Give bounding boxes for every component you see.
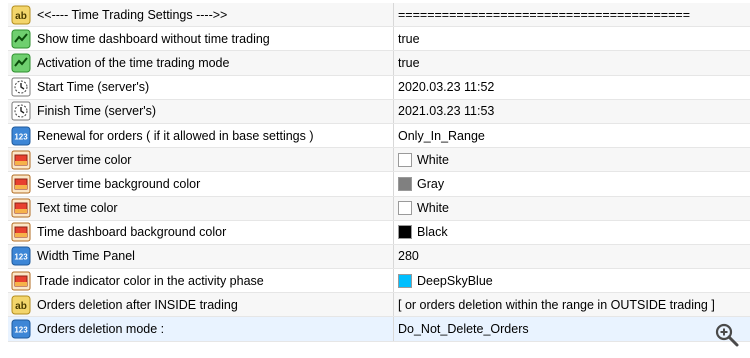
parameter-value-cell[interactable]: 2020.03.23 11:52 xyxy=(394,76,750,99)
parameter-value[interactable]: 2020.03.23 11:52 xyxy=(398,80,494,94)
color-icon xyxy=(11,198,31,218)
parameter-name: Activation of the time trading mode xyxy=(37,55,230,70)
parameter-value-cell[interactable]: Gray xyxy=(394,172,750,195)
parameter-value-cell[interactable]: White xyxy=(394,197,750,220)
parameter-name: Orders deletion after INSIDE trading xyxy=(37,297,238,312)
ab-text-icon: ab xyxy=(11,5,31,25)
color-icon xyxy=(11,150,31,170)
parameter-name: <<---- Time Trading Settings ---->> xyxy=(37,7,228,22)
parameter-name-cell: ab Orders deletion after INSIDE trading xyxy=(8,293,394,317)
parameter-name: Trade indicator color in the activity ph… xyxy=(37,273,264,288)
svg-text:123: 123 xyxy=(14,326,28,335)
parameter-row[interactable]: Server time background color Gray xyxy=(8,172,750,197)
parameter-name: Start Time (server's) xyxy=(37,80,150,95)
bool-icon xyxy=(11,29,31,49)
parameter-value-cell[interactable]: Black xyxy=(394,221,750,244)
parameter-name: Show time dashboard without time trading xyxy=(37,31,270,46)
parameter-row[interactable]: Text time color White xyxy=(8,196,750,221)
svg-text:123: 123 xyxy=(14,132,28,141)
parameter-name-cell: 123 Renewal for orders ( if it allowed in… xyxy=(8,123,394,148)
color-swatch[interactable] xyxy=(398,176,412,191)
parameter-name: Finish Time (server's) xyxy=(37,104,157,119)
parameter-value-cell[interactable]: 280 xyxy=(394,245,750,268)
parameter-row[interactable]: 123 Renewal for orders ( if it allowed in… xyxy=(8,123,750,149)
parameter-value-cell[interactable]: Only_In_Range xyxy=(394,124,750,147)
parameter-row[interactable]: 123 Orders deletion mode : Do_Not_Delete_O… xyxy=(8,317,750,342)
datetime-icon xyxy=(11,77,31,97)
parameter-name-cell: Show time dashboard without time trading xyxy=(8,27,394,51)
parameter-row[interactable]: Server time color White xyxy=(8,148,750,173)
parameter-value-cell[interactable]: [ or orders deletion within the range in… xyxy=(394,293,750,316)
ab-text-icon: ab xyxy=(11,295,31,315)
svg-text:ab: ab xyxy=(15,11,27,22)
color-icon xyxy=(11,271,31,291)
color-icon xyxy=(11,222,31,242)
parameter-value[interactable]: ======================================== xyxy=(398,8,690,22)
parameter-row[interactable]: ab <<---- Time Trading Settings ---->> ===… xyxy=(8,3,750,28)
parameter-name-cell: 123 Orders deletion mode : xyxy=(8,317,394,341)
enum-123-icon: 123 xyxy=(11,126,31,146)
zoom-in-icon[interactable] xyxy=(714,322,740,348)
parameter-name: Orders deletion mode : xyxy=(37,322,165,337)
parameter-name-cell: 123 Width Time Panel xyxy=(8,244,394,269)
bool-icon xyxy=(11,53,31,73)
parameter-row[interactable]: Time dashboard background color Black xyxy=(8,220,750,245)
parameter-value-cell[interactable]: DeepSkyBlue xyxy=(394,269,750,292)
parameter-row[interactable]: ab Orders deletion after INSIDE trading [ … xyxy=(8,293,750,318)
color-swatch[interactable] xyxy=(398,273,412,288)
svg-text:ab: ab xyxy=(15,301,27,312)
parameter-name: Server time background color xyxy=(37,176,201,191)
input-parameters-grid: ab <<---- Time Trading Settings ---->> ===… xyxy=(8,3,750,342)
parameter-row[interactable]: Trade indicator color in the activity ph… xyxy=(8,269,750,294)
parameter-row[interactable]: Show time dashboard without time trading… xyxy=(8,27,750,52)
parameter-name-cell: Start Time (server's) xyxy=(8,75,394,99)
parameter-value[interactable]: [ or orders deletion within the range in… xyxy=(398,298,715,312)
color-swatch[interactable] xyxy=(398,201,412,216)
parameter-value[interactable]: Black xyxy=(417,225,448,239)
parameter-value-cell[interactable]: true xyxy=(394,27,750,50)
parameter-value-cell[interactable]: Do_Not_Delete_Orders xyxy=(394,317,750,340)
parameter-value[interactable]: true xyxy=(398,56,420,70)
parameter-row[interactable]: Activation of the time trading mode true xyxy=(8,51,750,76)
parameter-value[interactable]: 280 xyxy=(398,249,419,263)
parameter-name: Renewal for orders ( if it allowed in ba… xyxy=(37,128,314,143)
svg-text:123: 123 xyxy=(14,253,28,262)
enum-123-icon: 123 xyxy=(11,319,31,339)
parameter-name-cell: Server time color xyxy=(8,148,394,172)
enum-123-icon: 123 xyxy=(11,246,31,266)
parameter-name-cell: Trade indicator color in the activity ph… xyxy=(8,269,394,293)
parameter-row[interactable]: Finish Time (server's) 2021.03.23 11:53 xyxy=(8,99,750,124)
parameter-value[interactable]: 2021.03.23 11:53 xyxy=(398,104,494,118)
color-icon xyxy=(11,174,31,194)
parameter-name-cell: ab <<---- Time Trading Settings ---->> xyxy=(8,3,394,27)
parameter-name: Server time color xyxy=(37,152,132,167)
parameter-value[interactable]: true xyxy=(398,32,420,46)
color-swatch[interactable] xyxy=(398,152,412,167)
parameter-value[interactable]: Do_Not_Delete_Orders xyxy=(398,322,529,336)
parameter-value[interactable]: Gray xyxy=(417,177,444,191)
parameter-name: Width Time Panel xyxy=(37,249,135,264)
parameter-row[interactable]: Start Time (server's) 2020.03.23 11:52 xyxy=(8,75,750,100)
parameter-value-cell[interactable]: White xyxy=(394,148,750,171)
parameter-name-cell: Finish Time (server's) xyxy=(8,99,394,123)
parameter-value[interactable]: White xyxy=(417,201,449,215)
parameter-value[interactable]: White xyxy=(417,153,449,167)
parameter-name: Time dashboard background color xyxy=(37,225,227,240)
parameter-name-cell: Text time color xyxy=(8,196,394,220)
parameter-value-cell[interactable]: ======================================== xyxy=(394,3,750,26)
parameter-row[interactable]: 123 Width Time Panel 280 xyxy=(8,244,750,270)
datetime-icon xyxy=(11,101,31,121)
parameter-name-cell: Time dashboard background color xyxy=(8,220,394,244)
parameter-value-cell[interactable]: true xyxy=(394,51,750,74)
parameter-name: Text time color xyxy=(37,201,118,216)
parameter-name-cell: Activation of the time trading mode xyxy=(8,51,394,75)
parameter-name-cell: Server time background color xyxy=(8,172,394,196)
parameter-value[interactable]: Only_In_Range xyxy=(398,129,485,143)
color-swatch[interactable] xyxy=(398,225,412,240)
parameter-value-cell[interactable]: 2021.03.23 11:53 xyxy=(394,100,750,123)
parameter-value[interactable]: DeepSkyBlue xyxy=(417,274,493,288)
